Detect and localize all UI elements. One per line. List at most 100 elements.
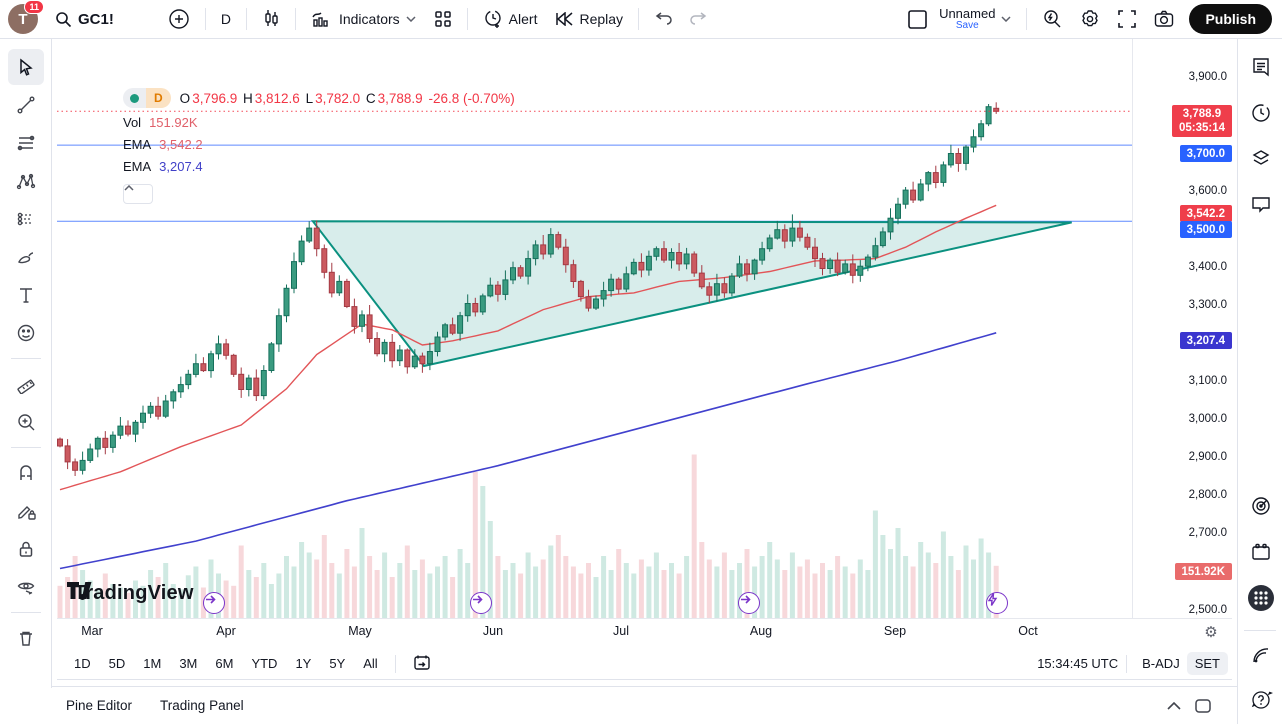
undo-button[interactable] [645, 4, 681, 34]
price-tick: 3,100.0 [1189, 375, 1227, 387]
news-feed-button[interactable] [1246, 641, 1276, 671]
month-label-Oct[interactable]: Oct [1018, 624, 1037, 638]
prediction-tool-button[interactable] [8, 201, 44, 237]
layout-manager-button[interactable]: Unnamed Save [937, 4, 1020, 34]
lock-drawings-button[interactable] [8, 531, 44, 567]
legend-collapse-button[interactable] [123, 184, 153, 204]
volume-legend-row[interactable]: Vol 151.92K [123, 115, 517, 130]
session-button[interactable]: SET [1187, 652, 1228, 675]
replay-button[interactable]: Replay [546, 4, 632, 34]
restore-panel-icon[interactable] [1195, 699, 1211, 713]
ema-slow-legend-row[interactable]: EMA 3,207.4 [123, 159, 517, 174]
radar-icon [1250, 495, 1272, 517]
alert-button[interactable]: Alert [474, 4, 547, 34]
range-button-YTD[interactable]: YTD [243, 652, 285, 675]
settings-button[interactable] [1071, 4, 1109, 34]
save-layout-link[interactable]: Save [956, 21, 979, 32]
month-label-Jun[interactable]: Jun [483, 624, 503, 638]
watchlist-button[interactable] [1246, 52, 1276, 82]
clock-utc[interactable]: 15:34:45 UTC [1037, 656, 1118, 671]
magnet-tool-button[interactable] [8, 455, 44, 491]
time-axis[interactable]: Mar Apr May Jun Jul Aug Sep Oct [57, 618, 1232, 648]
fullscreen-button[interactable] [1109, 4, 1145, 34]
brush-tool-button[interactable] [8, 239, 44, 275]
trend-line-icon [16, 95, 36, 115]
symbol-source-pill[interactable]: D [123, 88, 171, 108]
drawing-mode-button[interactable] [8, 493, 44, 529]
month-label-Apr[interactable]: Apr [216, 624, 235, 638]
price-badge-3,700.0[interactable]: 3,700.0 [1180, 145, 1232, 162]
trend-line-tool-button[interactable] [8, 87, 44, 123]
notification-badge: 11 [24, 0, 44, 14]
publish-button[interactable]: Publish [1189, 4, 1272, 34]
range-button-5Y[interactable]: 5Y [321, 652, 353, 675]
zoom-in-icon [16, 412, 36, 432]
layout-thumbnail-button[interactable] [898, 4, 937, 34]
pattern-tool-button[interactable] [8, 163, 44, 199]
ema-fast-legend-row[interactable]: EMA 3,542.2 [123, 137, 517, 152]
add-symbol-button[interactable] [159, 4, 199, 34]
adjust-data-button[interactable]: B-ADJ [1135, 652, 1187, 675]
chart-style-button[interactable] [253, 4, 289, 34]
pencil-lock-icon [16, 501, 36, 521]
candlestick-icon [262, 9, 280, 29]
remove-drawings-button[interactable] [8, 620, 44, 656]
help-button[interactable] [1246, 685, 1276, 715]
alerts-panel-button[interactable] [1246, 98, 1276, 128]
trading-panel-tab[interactable]: Trading Panel [160, 698, 244, 713]
price-badge-3,542.2[interactable]: 3,542.2 [1180, 205, 1232, 222]
month-label-May[interactable]: May [348, 624, 372, 638]
alert-clock-icon [483, 9, 503, 29]
axis-settings-gear-icon[interactable]: ⚙ [1196, 619, 1226, 645]
fib-tool-button[interactable] [8, 125, 44, 161]
tradingview-app: T 11 GC1! D Indicators [0, 0, 1282, 724]
hide-drawings-button[interactable] [8, 569, 44, 605]
object-tree-button[interactable] [1246, 143, 1276, 173]
expand-panel-chevron-icon[interactable] [1167, 702, 1181, 710]
bottom-range-toolbar: 1D5D1M3M6MYTD1Y5YAll 15:34:45 UTC B-ADJ … [57, 648, 1232, 680]
last-price-badge[interactable]: 3,788.905:35:14 [1172, 105, 1232, 137]
layout-grid-button[interactable] [425, 4, 461, 34]
open-value: 3,796.9 [192, 91, 237, 106]
quick-search-button[interactable] [1033, 4, 1071, 34]
chat-button[interactable] [1246, 189, 1276, 219]
range-button-1Y[interactable]: 1Y [287, 652, 319, 675]
cursor-tool-button[interactable] [8, 49, 44, 85]
apps-grid-button[interactable] [1246, 583, 1276, 613]
price-badge-151.92K[interactable]: 151.92K [1175, 563, 1232, 580]
user-menu-button[interactable]: T 11 [8, 4, 38, 34]
screener-button[interactable] [1246, 491, 1276, 521]
calendar-button[interactable] [1246, 537, 1276, 567]
price-axis[interactable]: 3,900.03,600.03,400.03,300.03,100.03,000… [1132, 39, 1237, 618]
price-badge-3,207.4[interactable]: 3,207.4 [1180, 332, 1232, 349]
price-tick: 2,900.0 [1189, 451, 1227, 463]
pine-editor-tab[interactable]: Pine Editor [66, 698, 132, 713]
text-tool-button[interactable] [8, 277, 44, 313]
range-button-1D[interactable]: 1D [66, 652, 99, 675]
redo-button[interactable] [681, 4, 717, 34]
month-label-Mar[interactable]: Mar [81, 624, 103, 638]
range-button-6M[interactable]: 6M [207, 652, 241, 675]
indicators-button[interactable]: Indicators [302, 4, 425, 34]
event-marker-flash[interactable] [986, 592, 1008, 614]
measure-tool-button[interactable] [8, 366, 44, 402]
event-marker-rollover-arrow[interactable] [738, 592, 760, 614]
redo-icon [690, 12, 708, 26]
range-button-3M[interactable]: 3M [171, 652, 205, 675]
range-button-All[interactable]: All [355, 652, 385, 675]
interval-button[interactable]: D [212, 4, 240, 34]
event-marker-rollover-arrow[interactable] [470, 592, 492, 614]
price-badge-3,500.0[interactable]: 3,500.0 [1180, 221, 1232, 238]
event-marker-rollover-arrow[interactable] [203, 592, 225, 614]
month-label-Sep[interactable]: Sep [884, 624, 906, 638]
month-label-Jul[interactable]: Jul [613, 624, 629, 638]
zoom-tool-button[interactable] [8, 404, 44, 440]
range-button-1M[interactable]: 1M [135, 652, 169, 675]
symbol-search-button[interactable]: GC1! [46, 4, 123, 34]
month-label-Aug[interactable]: Aug [750, 624, 772, 638]
chart-pane[interactable]: D O3,796.9 H3,812.6 L3,782.0 C3,788.9 -2… [57, 39, 1132, 618]
range-button-5D[interactable]: 5D [101, 652, 134, 675]
screenshot-button[interactable] [1145, 4, 1183, 34]
goto-date-button[interactable] [405, 650, 439, 678]
emoji-tool-button[interactable] [8, 315, 44, 351]
